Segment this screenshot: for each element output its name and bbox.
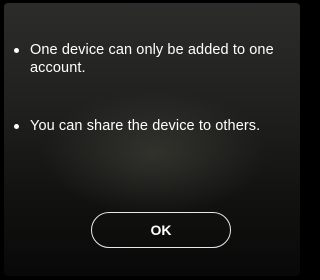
bullet-item: One device can only be added to one acco… xyxy=(4,41,300,77)
screen: One device can only be added to one acco… xyxy=(0,0,303,280)
bullet-text: One device can only be added to one acco… xyxy=(30,42,274,76)
bullet-list: One device can only be added to one acco… xyxy=(4,41,300,135)
bullet-text: You can share the device to others. xyxy=(30,118,261,134)
info-dialog: One device can only be added to one acco… xyxy=(4,3,300,276)
bullet-dot-icon xyxy=(14,124,19,129)
bullet-item: You can share the device to others. xyxy=(4,117,300,135)
ok-button[interactable]: OK xyxy=(91,212,231,248)
bullet-dot-icon xyxy=(14,48,19,53)
